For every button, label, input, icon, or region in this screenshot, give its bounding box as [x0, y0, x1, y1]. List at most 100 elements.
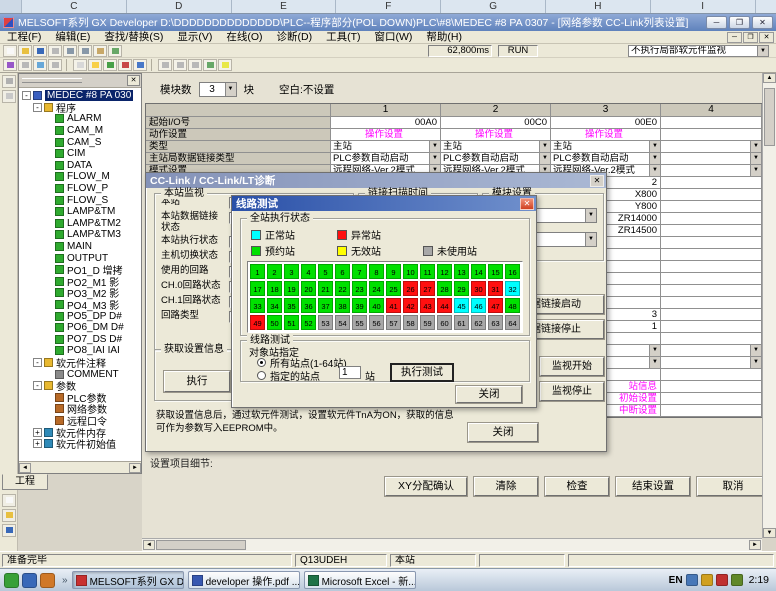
- action-button-5[interactable]: 取消: [697, 477, 769, 496]
- chevron-down-icon[interactable]: ▼: [225, 83, 236, 96]
- expand-toggle-icon[interactable]: +: [33, 439, 42, 448]
- value-cell[interactable]: [661, 237, 762, 249]
- monitor-mode-select[interactable]: 不执行局部软元件监视 ▼: [628, 45, 769, 57]
- dropdown-cell[interactable]: ▼: [661, 345, 762, 357]
- tree-item[interactable]: +软元件初始值: [19, 438, 141, 450]
- scrollbar-thumb[interactable]: [764, 88, 775, 146]
- tray-icon-4[interactable]: [731, 574, 743, 586]
- menu-item[interactable]: 帮助(H): [419, 31, 469, 44]
- dropdown-arrow-icon[interactable]: ▼: [750, 165, 761, 176]
- scroll-left-icon[interactable]: ◄: [143, 540, 155, 550]
- overflow-chevron-icon[interactable]: »: [62, 575, 68, 586]
- value-cell[interactable]: [661, 249, 762, 261]
- action-button-4[interactable]: 结束设置: [616, 477, 690, 496]
- action-button-3[interactable]: 检查: [545, 477, 609, 496]
- dropdown-arrow-icon[interactable]: ▼: [429, 153, 440, 164]
- value-cell[interactable]: [661, 369, 762, 381]
- window-titlebar[interactable]: MELSOFT系列 GX Developer D:\DDDDDDDDDDDDDD…: [0, 14, 776, 31]
- value-cell[interactable]: [661, 285, 762, 297]
- check-program-icon[interactable]: [203, 59, 217, 71]
- collapse-toggle-icon[interactable]: -: [33, 358, 42, 367]
- chevron-down-icon[interactable]: ▼: [757, 46, 768, 56]
- panel-grip[interactable]: [22, 78, 82, 83]
- minimize-icon[interactable]: ─: [706, 16, 727, 29]
- module-count-select[interactable]: 3 ▼: [199, 82, 237, 97]
- value-cell[interactable]: [661, 297, 762, 309]
- menu-item[interactable]: 工具(T): [319, 31, 367, 44]
- new-project-icon[interactable]: [3, 45, 17, 57]
- dropdown-cell[interactable]: PLC参数自动启动▼: [551, 153, 661, 165]
- value-cell[interactable]: [661, 213, 762, 225]
- chevron-down-icon[interactable]: ▼: [585, 233, 596, 246]
- settings-link-cell[interactable]: 操作设置: [441, 129, 551, 141]
- zoom-icon[interactable]: [48, 59, 62, 71]
- dropdown-arrow-icon[interactable]: ▼: [649, 345, 660, 356]
- save-project-icon[interactable]: [33, 45, 47, 57]
- menu-item[interactable]: 窗口(W): [368, 31, 420, 44]
- dropdown-arrow-icon[interactable]: ▼: [750, 141, 761, 152]
- close-icon[interactable]: ✕: [590, 175, 604, 187]
- value-cell[interactable]: [661, 321, 762, 333]
- tree-item[interactable]: FLOW_P: [19, 183, 141, 195]
- write-to-plc-icon[interactable]: [88, 59, 102, 71]
- open-project-icon[interactable]: [18, 45, 32, 57]
- chevron-down-icon[interactable]: ▼: [585, 209, 596, 222]
- dropdown-cell[interactable]: PLC参数自动启动▼: [331, 153, 441, 165]
- value-cell[interactable]: 00E0: [551, 117, 661, 129]
- tree-item[interactable]: FLOW_M: [19, 171, 141, 183]
- value-cell[interactable]: [661, 201, 762, 213]
- menu-item[interactable]: 显示(V): [170, 31, 219, 44]
- dropdown-cell[interactable]: PLC参数自动启动▼: [441, 153, 551, 165]
- tree-item[interactable]: PO4_M3 影: [19, 299, 141, 311]
- tree-horizontal-scrollbar[interactable]: ◄ ►: [19, 461, 141, 473]
- value-cell[interactable]: [661, 261, 762, 273]
- taskbar-app-excel[interactable]: Microsoft Excel - 新...: [304, 571, 416, 589]
- tree-item[interactable]: MAIN: [19, 241, 141, 253]
- comment-display-icon[interactable]: [33, 59, 47, 71]
- tree-item[interactable]: -程序: [19, 102, 141, 114]
- tree-item[interactable]: -MEDEC #8 PA 030: [19, 90, 141, 102]
- settings-link-cell[interactable]: [661, 381, 762, 393]
- dropdown-cell[interactable]: ▼: [661, 153, 762, 165]
- value-cell[interactable]: [661, 273, 762, 285]
- dialog-titlebar[interactable]: 线路测试 ✕: [232, 196, 536, 211]
- cut-icon[interactable]: [63, 45, 77, 57]
- taskbar-app-gx-developer[interactable]: MELSOFT系列 GX D...: [72, 571, 184, 589]
- launcher-icon-3[interactable]: [40, 573, 55, 588]
- menu-item[interactable]: 在线(O): [219, 31, 269, 44]
- dropdown-arrow-icon[interactable]: ▼: [429, 141, 440, 152]
- tree-item[interactable]: LAMP&TM: [19, 206, 141, 218]
- language-indicator[interactable]: EN: [669, 575, 683, 586]
- action-button-2[interactable]: 清除: [474, 477, 538, 496]
- dropdown-arrow-icon[interactable]: ▼: [750, 153, 761, 164]
- monitor-mode-icon[interactable]: [103, 59, 117, 71]
- settings-link-cell[interactable]: 操作设置: [331, 129, 441, 141]
- tree-item[interactable]: CIM: [19, 148, 141, 160]
- scroll-right-icon[interactable]: ►: [129, 463, 141, 473]
- tree-item[interactable]: CAM_M: [19, 125, 141, 137]
- collapse-toggle-icon[interactable]: -: [33, 103, 42, 112]
- tree-item[interactable]: CAM_S: [19, 136, 141, 148]
- tree-item[interactable]: ALARM: [19, 113, 141, 125]
- settings-link-cell[interactable]: [661, 129, 762, 141]
- tray-icon-1[interactable]: [686, 574, 698, 586]
- settings-link-cell[interactable]: [661, 393, 762, 405]
- scroll-down-icon[interactable]: ▼: [763, 528, 776, 538]
- dropdown-cell[interactable]: 主站▼: [331, 141, 441, 153]
- device-test-icon[interactable]: [133, 59, 147, 71]
- undo-icon[interactable]: [108, 45, 122, 57]
- help-icon[interactable]: [218, 59, 232, 71]
- close-button[interactable]: 关闭: [468, 423, 538, 442]
- monitor-stop-icon[interactable]: [118, 59, 132, 71]
- launcher-icon-2[interactable]: [22, 573, 37, 588]
- close-icon[interactable]: ✕: [127, 75, 140, 86]
- collapse-toggle-icon[interactable]: -: [33, 381, 42, 390]
- dropdown-arrow-icon[interactable]: ▼: [539, 153, 550, 164]
- tree-item[interactable]: PO7_DS D#: [19, 333, 141, 345]
- tree-item[interactable]: -软元件注释: [19, 357, 141, 369]
- value-cell[interactable]: [661, 177, 762, 189]
- menu-item[interactable]: 编辑(E): [48, 31, 97, 44]
- toolbar-handle-icon[interactable]: [2, 90, 16, 103]
- menu-item[interactable]: 查找/替换(S): [97, 31, 170, 44]
- value-cell[interactable]: [661, 117, 762, 129]
